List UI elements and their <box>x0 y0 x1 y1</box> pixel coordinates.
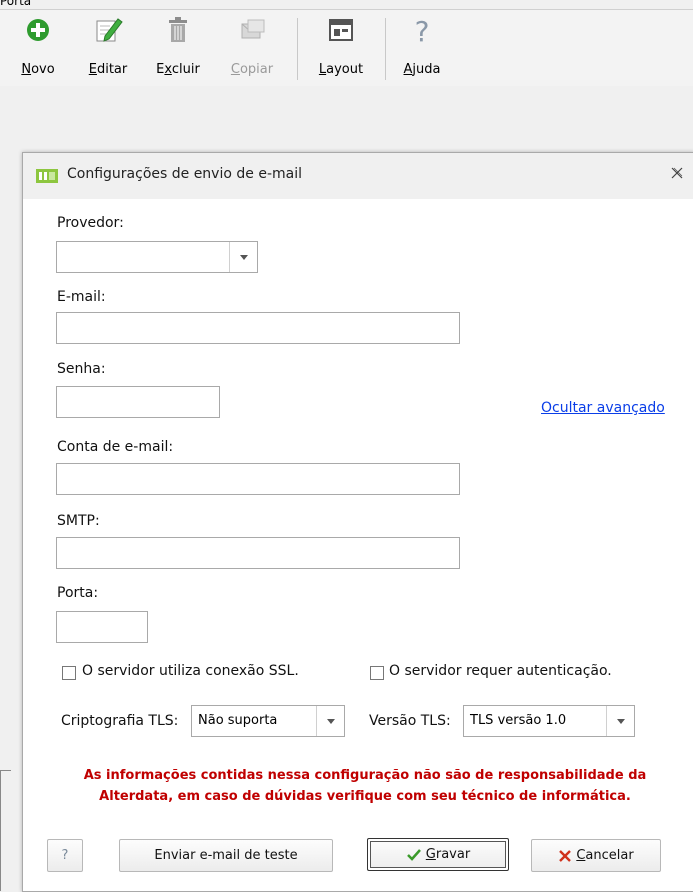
layout-button[interactable]: Layout <box>308 10 374 86</box>
tls-version-select[interactable]: TLS versão 1.0 <box>463 705 635 737</box>
new-button-label: Novo <box>21 62 55 77</box>
port-field[interactable] <box>56 611 148 643</box>
background-window-edge <box>0 770 11 891</box>
send-test-email-button[interactable]: Enviar e-mail de teste <box>119 839 333 872</box>
tls-crypto-select[interactable]: Não suporta <box>191 705 345 737</box>
account-field[interactable] <box>56 463 460 495</box>
email-settings-dialog: Configurações de envio de e-mail Provedo… <box>22 152 693 892</box>
layout-button-label: Layout <box>318 62 364 77</box>
chevron-down-icon[interactable] <box>316 706 344 736</box>
email-field[interactable] <box>56 312 460 344</box>
help-button[interactable]: ? Ajuda <box>392 10 452 86</box>
toolbar-separator <box>385 18 386 80</box>
password-label: Senha: <box>57 361 106 377</box>
smtp-label: SMTP: <box>57 513 100 529</box>
new-button[interactable]: Novo <box>10 10 66 86</box>
copy-mail-icon <box>236 14 268 46</box>
port-label: Porta: <box>57 585 99 601</box>
trash-icon <box>162 14 194 46</box>
warning-line-1: As informações contidas nessa configuraç… <box>83 768 647 783</box>
tls-crypto-label: Criptografia TLS: <box>61 713 179 729</box>
help-icon: ? <box>406 14 438 48</box>
checkmark-icon <box>406 848 421 861</box>
warning-line-2: Alterdata, em caso de dúvidas verifique … <box>99 789 631 804</box>
add-icon <box>22 14 54 46</box>
tls-version-label: Versão TLS: <box>369 713 451 729</box>
cancel-label: ancelar <box>585 848 634 863</box>
tls-version-value: TLS versão 1.0 <box>470 713 567 728</box>
chevron-down-icon[interactable] <box>229 242 257 272</box>
dialog-titlebar: Configurações de envio de e-mail <box>23 153 693 199</box>
auth-checkbox[interactable] <box>370 666 384 680</box>
save-label-accel: G <box>425 847 436 862</box>
toolbar-separator <box>297 18 298 80</box>
edit-button-label: Editar <box>88 62 128 77</box>
dialog-window-icon <box>36 169 58 183</box>
smtp-field[interactable] <box>56 537 460 569</box>
pencil-icon <box>92 14 124 46</box>
toolbar: Novo Editar Excluir Copiar Layout ? Ajud… <box>0 9 693 86</box>
ssl-checkbox-label: O servidor utiliza conexão SSL. <box>82 663 299 679</box>
hide-advanced-link[interactable]: Ocultar avançado <box>541 400 665 416</box>
account-label: Conta de e-mail: <box>57 439 174 455</box>
tls-crypto-value: Não suporta <box>198 713 278 728</box>
save-label: ravar <box>435 847 471 862</box>
provider-select[interactable] <box>56 241 258 273</box>
cancel-x-icon <box>559 849 572 862</box>
auth-checkbox-label: O servidor requer autenticação. <box>389 663 612 679</box>
delete-button[interactable]: Excluir <box>148 10 208 86</box>
cancel-button[interactable]: Cancelar <box>531 839 661 872</box>
password-field[interactable] <box>56 386 220 418</box>
help-dialog-button[interactable]: ? <box>47 839 83 872</box>
provider-label: Provedor: <box>57 215 124 231</box>
layout-icon <box>325 14 357 46</box>
delete-button-label: Excluir <box>156 62 200 77</box>
save-button[interactable]: Gravar <box>367 838 509 871</box>
copy-button[interactable]: Copiar <box>222 10 282 86</box>
svg-text:?: ? <box>415 15 430 46</box>
ssl-checkbox[interactable] <box>62 666 76 680</box>
window-partial-title: Porta <box>0 0 32 8</box>
responsibility-warning: As informações contidas nessa configuraç… <box>45 765 685 807</box>
close-icon[interactable] <box>670 166 684 180</box>
help-button-label: Ajuda <box>403 62 441 77</box>
email-label: E-mail: <box>57 289 106 305</box>
copy-button-label: Copiar <box>230 62 274 77</box>
dialog-title: Configurações de envio de e-mail <box>67 166 302 182</box>
chevron-down-icon[interactable] <box>606 706 634 736</box>
edit-button[interactable]: Editar <box>78 10 138 86</box>
